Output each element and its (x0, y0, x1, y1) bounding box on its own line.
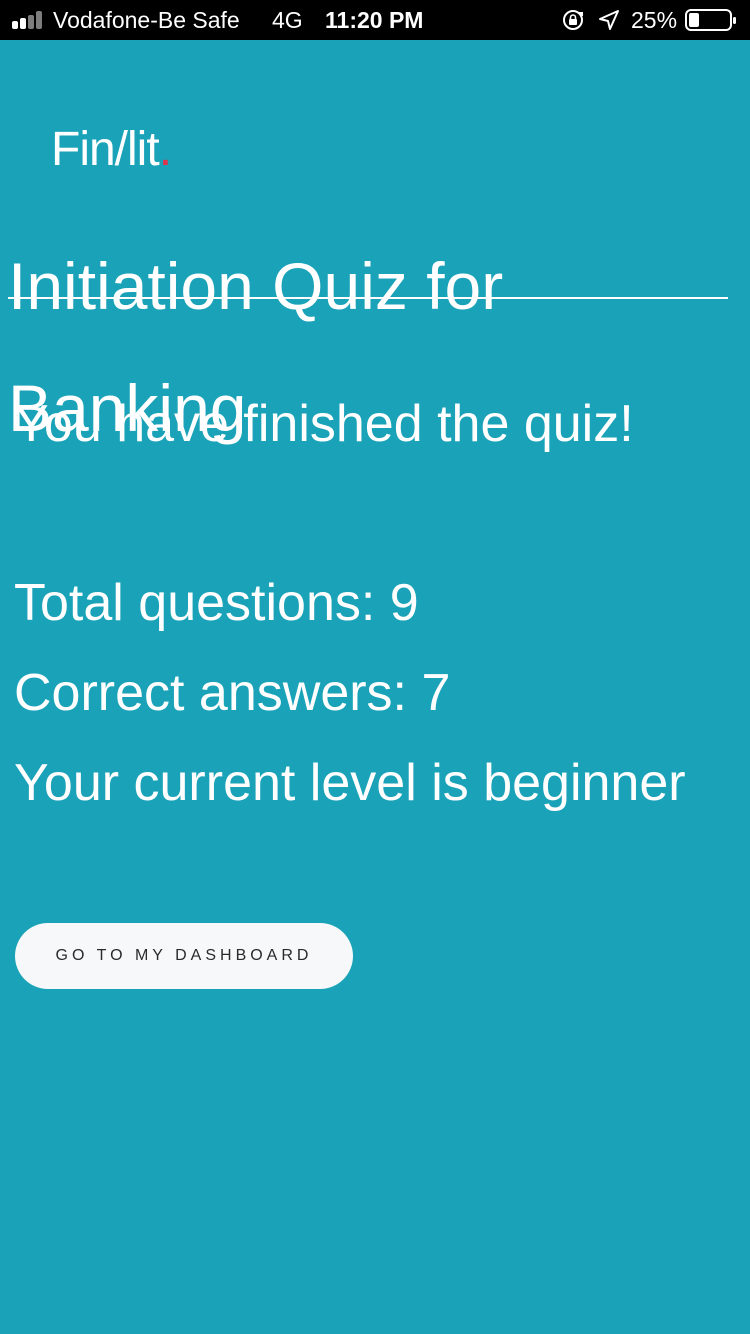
total-questions: Total questions: 9 (14, 574, 419, 632)
go-to-dashboard-button[interactable]: GO TO MY DASHBOARD (15, 923, 353, 989)
network-type: 4G (272, 7, 303, 33)
app-logo: Fin/lit. (51, 122, 172, 177)
finished-message: You have finished the quiz! (14, 395, 634, 453)
battery-icon (685, 9, 736, 31)
current-level: Your current level is beginner (14, 754, 686, 812)
carrier-name: Vodafone-Be Safe (53, 7, 240, 33)
orientation-lock-icon (563, 10, 583, 30)
location-arrow-icon (599, 10, 619, 30)
status-time: 11:20 PM (325, 7, 424, 33)
status-bar: Vodafone-Be Safe 4G 11:20 PM 25% (0, 0, 750, 40)
signal-strength-icon (12, 11, 46, 29)
battery-percentage: 25% (631, 7, 678, 33)
logo-text: Fin/lit (51, 123, 160, 176)
title-underline (8, 297, 728, 299)
logo-dot: . (158, 123, 172, 176)
correct-answers: Correct answers: 7 (14, 664, 451, 722)
